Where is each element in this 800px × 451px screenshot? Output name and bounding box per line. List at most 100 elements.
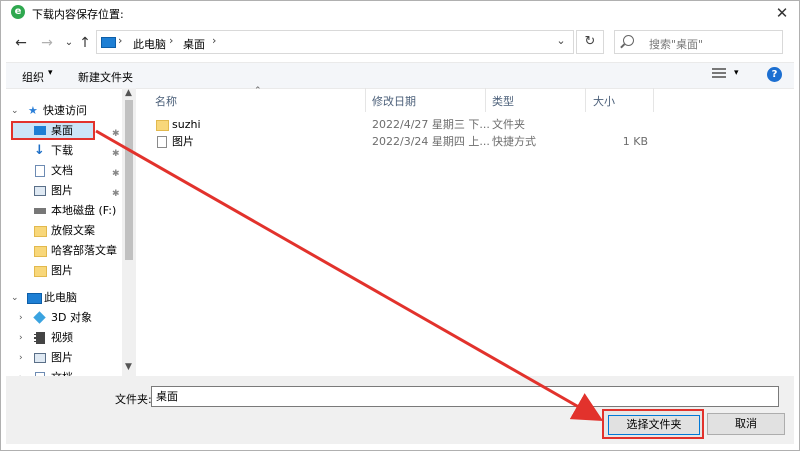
folder-icon: [34, 266, 47, 277]
column-divider[interactable]: [365, 88, 366, 112]
nav-item-pictures[interactable]: › 图片: [6, 349, 124, 367]
nav-item-desktop[interactable]: 桌面 ✱: [6, 122, 124, 140]
column-header-name[interactable]: 名称: [155, 93, 177, 109]
navigation-pane[interactable]: ⌄ ★ 快速访问 桌面 ✱ ↓ 下载 ✱ 文档 ✱ 图片 ✱ 本地磁盘 (F:)…: [6, 88, 136, 376]
nav-item-documents[interactable]: › 文档: [6, 369, 124, 376]
file-row[interactable]: 图片 2022/3/24 星期四 上... 快捷方式 1 KB: [137, 133, 654, 151]
nav-this-pc[interactable]: ⌄ 此电脑: [6, 289, 124, 307]
column-header-size[interactable]: 大小: [593, 93, 615, 109]
nav-item-folder[interactable]: 哈客部落文章: [6, 242, 124, 260]
column-header-date[interactable]: 修改日期: [372, 93, 416, 109]
back-button[interactable]: ←: [12, 34, 30, 52]
download-icon: ↓: [34, 143, 45, 158]
nav-item-videos[interactable]: › 视频: [6, 329, 124, 347]
picture-icon: [34, 353, 46, 363]
folder-icon: [34, 246, 47, 257]
nav-label: 文档: [51, 369, 73, 376]
folder-icon: [156, 120, 169, 131]
pin-icon: ✱: [112, 149, 120, 159]
column-divider[interactable]: [485, 88, 486, 112]
document-icon: [35, 165, 45, 177]
chevron-down-icon[interactable]: ⌄: [11, 102, 19, 120]
file-date: 2022/4/27 星期三 下...: [372, 118, 490, 131]
title-bar: e 下载内容保存位置: ✕: [0, 0, 800, 26]
drive-icon: [34, 208, 46, 214]
chevron-down-icon[interactable]: ⌄: [11, 289, 19, 307]
scroll-down-icon[interactable]: ▼: [125, 362, 132, 372]
address-bar[interactable]: › 此电脑 › 桌面 › ⌄: [96, 30, 574, 54]
nav-label: 快速访问: [43, 104, 87, 117]
search-icon: [623, 35, 634, 46]
nav-label: 哈客部落文章: [51, 244, 117, 257]
breadcrumb-this-pc[interactable]: 此电脑: [133, 36, 166, 52]
nav-quick-access[interactable]: ⌄ ★ 快速访问: [6, 102, 124, 120]
cancel-button[interactable]: 取消: [707, 413, 785, 435]
nav-label: 此电脑: [44, 291, 77, 304]
view-dropdown-icon[interactable]: ▾: [734, 68, 739, 78]
desktop-icon: [34, 126, 46, 135]
computer-icon: [101, 37, 116, 48]
sort-up-icon: ⌃: [254, 86, 262, 96]
chevron-right-icon[interactable]: ›: [19, 369, 23, 376]
nav-label: 文档: [51, 164, 73, 177]
chevron-right-icon[interactable]: ›: [19, 349, 23, 367]
nav-label: 下载: [51, 144, 73, 157]
search-input[interactable]: 搜索"桌面": [614, 30, 783, 54]
nav-item-pictures[interactable]: 图片 ✱: [6, 182, 124, 200]
new-folder-button[interactable]: 新建文件夹: [78, 69, 133, 85]
computer-icon: [27, 293, 42, 304]
pin-icon: ✱: [112, 189, 120, 199]
folder-input[interactable]: 桌面: [151, 386, 779, 407]
chevron-right-icon[interactable]: ›: [19, 309, 23, 327]
pin-icon: ✱: [112, 129, 120, 139]
nav-label: 放假文案: [51, 224, 95, 237]
star-icon: ★: [28, 104, 38, 117]
file-size: 1 KB: [622, 135, 648, 148]
nav-label: 本地磁盘 (F:): [51, 204, 117, 217]
search-placeholder: 搜索"桌面": [649, 38, 704, 51]
address-dropdown-button[interactable]: ⌄: [553, 34, 569, 47]
column-header-type[interactable]: 类型: [492, 93, 514, 109]
pin-icon: ✱: [112, 169, 120, 179]
forward-button[interactable]: →: [38, 34, 56, 52]
scroll-up-icon[interactable]: ▲: [125, 88, 132, 98]
nav-item-folder[interactable]: 图片: [6, 262, 124, 280]
breadcrumb-separator[interactable]: ›: [212, 34, 216, 47]
3d-objects-icon: [33, 311, 46, 324]
file-name: suzhi: [172, 118, 201, 131]
folder-icon: [34, 226, 47, 237]
help-icon[interactable]: ?: [767, 67, 782, 82]
nav-label: 图片: [51, 264, 73, 277]
nav-label: 图片: [51, 184, 73, 197]
chevron-right-icon[interactable]: ›: [19, 329, 23, 347]
refresh-button[interactable]: ↻: [576, 30, 604, 54]
close-button[interactable]: ✕: [770, 2, 794, 24]
nav-item-documents[interactable]: 文档 ✱: [6, 162, 124, 180]
column-divider[interactable]: [585, 88, 586, 112]
nav-item-drive-f[interactable]: 本地磁盘 (F:): [6, 202, 124, 220]
view-options-icon[interactable]: [712, 67, 728, 81]
nav-label: 3D 对象: [51, 311, 92, 324]
select-folder-button[interactable]: 选择文件夹: [602, 409, 704, 439]
nav-item-3d-objects[interactable]: › 3D 对象: [6, 309, 124, 327]
file-row[interactable]: suzhi 2022/4/27 星期三 下... 文件夹: [137, 116, 654, 134]
up-button[interactable]: ↑: [76, 34, 94, 52]
file-type: 快捷方式: [492, 135, 536, 148]
file-date: 2022/3/24 星期四 上...: [372, 135, 490, 148]
organize-button[interactable]: 组织: [22, 69, 44, 85]
file-name: 图片: [172, 135, 194, 148]
folder-label: 文件夹:: [115, 393, 152, 406]
scroll-thumb[interactable]: [125, 100, 133, 260]
navigation-scrollbar[interactable]: ▲ ▼: [122, 88, 136, 376]
command-toolbar: 组织 ▾ 新建文件夹 ▾ ?: [6, 62, 794, 89]
nav-label: 图片: [51, 351, 73, 364]
breadcrumb-desktop[interactable]: 桌面: [183, 36, 205, 52]
breadcrumb-separator[interactable]: ›: [118, 34, 122, 47]
column-divider[interactable]: [653, 88, 654, 112]
organize-dropdown-icon[interactable]: ▾: [48, 68, 53, 78]
select-folder-button-label[interactable]: 选择文件夹: [608, 415, 700, 435]
nav-item-downloads[interactable]: ↓ 下载 ✱: [6, 142, 124, 160]
breadcrumb-separator[interactable]: ›: [169, 34, 173, 47]
shortcut-icon: [157, 136, 167, 148]
nav-item-folder[interactable]: 放假文案: [6, 222, 124, 240]
